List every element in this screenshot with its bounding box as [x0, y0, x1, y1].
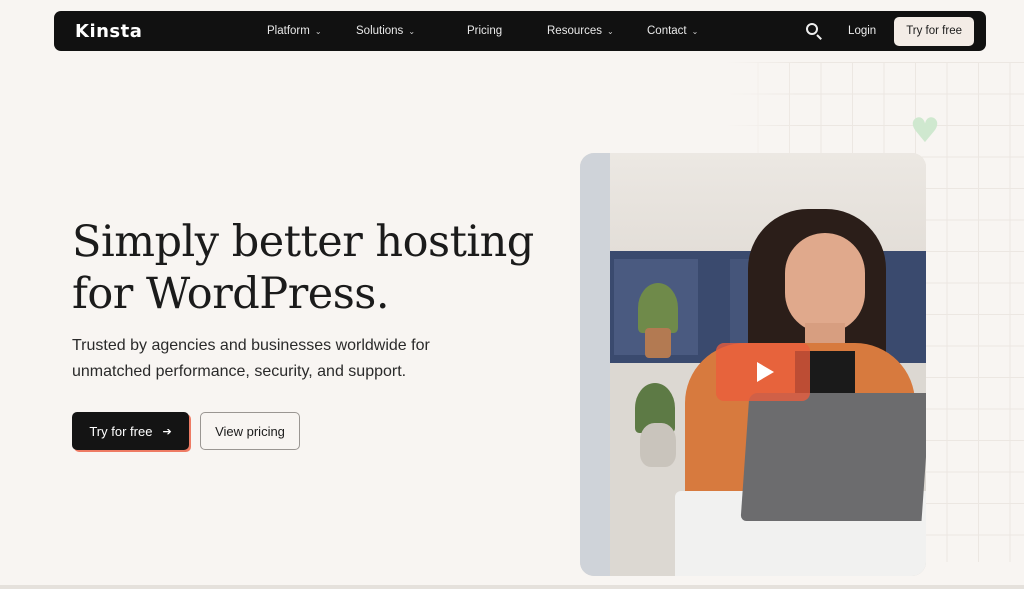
menu-item-platform[interactable]: Platform ⌄: [267, 25, 356, 37]
menu-item-solutions[interactable]: Solutions ⌄: [356, 25, 467, 37]
chevron-down-icon: ⌄: [606, 26, 614, 36]
search-icon[interactable]: [805, 22, 823, 40]
try-free-label: Try for free: [89, 423, 153, 439]
nav-actions: Login Try for free: [805, 16, 974, 46]
laptop-image: [740, 393, 926, 521]
menu-item-label: Pricing: [467, 25, 503, 37]
chevron-down-icon: ⌄: [408, 26, 416, 36]
hero-video-thumbnail[interactable]: [580, 153, 926, 576]
chevron-down-icon: ⌄: [314, 26, 322, 36]
nav-try-free-button[interactable]: Try for free: [894, 16, 974, 46]
view-pricing-button[interactable]: View pricing: [200, 412, 300, 450]
main-menu: Platform ⌄ Solutions ⌄ Pricing Resources…: [267, 25, 698, 37]
menu-item-pricing[interactable]: Pricing: [467, 25, 516, 37]
bottom-divider: [0, 585, 1024, 589]
menu-item-contact[interactable]: Contact ⌄: [647, 25, 698, 37]
heart-icon: ♥: [909, 111, 941, 151]
hero-subtitle: Trusted by agencies and businesses world…: [72, 337, 430, 380]
hero-title: Simply better hosting for WordPress.: [72, 217, 534, 319]
play-button[interactable]: [716, 343, 810, 401]
vase-image: [640, 423, 676, 467]
arrow-right-icon: ➔: [162, 424, 172, 438]
menu-item-label: Contact: [647, 25, 687, 37]
menu-item-resources[interactable]: Resources ⌄: [547, 25, 647, 37]
plant-image: [638, 283, 678, 333]
pot-image: [645, 328, 671, 358]
try-free-button[interactable]: Try for free ➔: [72, 412, 189, 450]
kinsta-logo[interactable]: Kinsta: [75, 21, 155, 42]
menu-item-label: Platform: [267, 25, 310, 37]
login-link[interactable]: Login: [848, 25, 876, 37]
menu-item-label: Resources: [547, 25, 602, 37]
top-navbar: Kinsta Platform ⌄ Solutions ⌄ Pricing Re…: [54, 11, 986, 51]
menu-item-label: Solutions: [356, 25, 404, 37]
chevron-down-icon: ⌄: [691, 26, 699, 36]
play-icon: [756, 362, 774, 382]
